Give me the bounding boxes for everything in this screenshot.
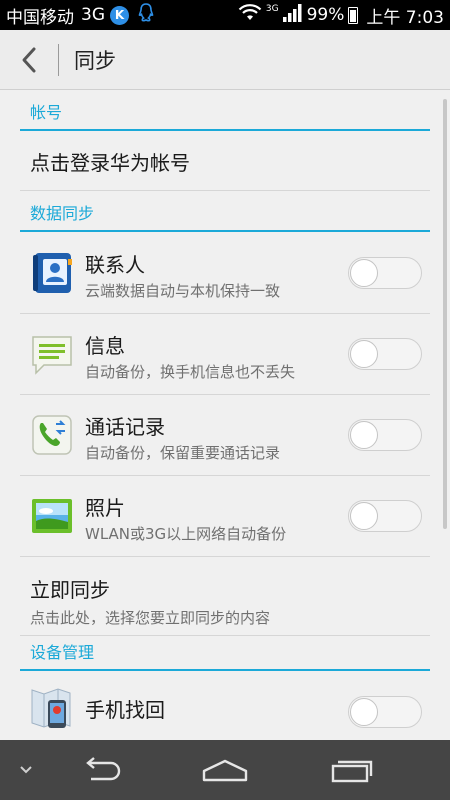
sync-item-title: 通话记录	[85, 415, 165, 439]
chevron-down-icon	[20, 766, 32, 774]
battery-charging-icon	[348, 6, 359, 24]
scrollbar[interactable]	[443, 99, 447, 529]
device-item-find-phone[interactable]: 手机找回	[20, 672, 430, 740]
messages-sync-toggle[interactable]	[348, 338, 422, 370]
action-bar-divider	[58, 43, 59, 76]
navigation-bar	[0, 740, 450, 800]
recents-icon	[331, 760, 373, 783]
section-header-data-sync: 数据同步	[20, 192, 430, 232]
action-bar: 同步	[0, 30, 450, 90]
page-title: 同步	[74, 48, 116, 73]
nav-home-button[interactable]	[198, 740, 252, 800]
back-arrow-icon	[86, 757, 121, 781]
sync-item-contacts[interactable]: 联系人 云端数据自动与本机保持一致	[20, 233, 430, 314]
home-icon	[202, 759, 248, 782]
contacts-sync-toggle[interactable]	[348, 257, 422, 289]
sync-item-subtitle: 云端数据自动与本机保持一致	[85, 282, 281, 300]
sync-now-row[interactable]: 立即同步 点击此处，选择您要立即同步的内容	[20, 557, 430, 636]
battery-percent: 99%	[306, 5, 345, 25]
status-bar: 中国移动 3G K 3G 99% 上午 7:03	[0, 0, 450, 30]
sync-item-photos[interactable]: 照片 WLAN或3G以上网络自动备份	[20, 476, 430, 557]
call-log-icon	[32, 415, 72, 455]
sync-item-messages[interactable]: 信息 自动备份，换手机信息也不丢失	[20, 314, 430, 395]
toggle-knob	[350, 502, 378, 530]
device-item-title: 手机找回	[85, 698, 165, 722]
find-phone-toggle[interactable]	[348, 696, 422, 728]
sync-now-subtitle: 点击此处，选择您要立即同步的内容	[30, 609, 271, 627]
k-app-icon: K	[110, 5, 129, 25]
hide-navbar-button[interactable]	[12, 740, 40, 800]
gallery-icon	[32, 499, 72, 533]
carrier-label: 中国移动	[6, 7, 74, 28]
nav-back-button[interactable]	[75, 740, 127, 800]
section-header-device-management: 设备管理	[20, 631, 430, 671]
sync-item-title: 信息	[85, 334, 125, 358]
sync-item-call-log[interactable]: 通话记录 自动备份，保留重要通话记录	[20, 395, 430, 476]
messages-icon	[32, 336, 72, 375]
find-phone-icon	[31, 688, 71, 728]
signal-type-label: 3G	[265, 4, 279, 14]
sync-item-subtitle: 自动备份，换手机信息也不丢失	[85, 363, 296, 381]
sync-item-subtitle: 自动备份，保留重要通话记录	[85, 444, 281, 462]
toggle-knob	[350, 340, 378, 368]
toggle-knob	[350, 698, 378, 726]
nav-recents-button[interactable]	[326, 740, 378, 800]
clock: 上午 7:03	[366, 7, 444, 28]
wifi-icon	[238, 3, 262, 27]
contacts-icon	[33, 253, 72, 293]
settings-list[interactable]: 帐号 点击登录华为帐号 数据同步 联系人 云端数据自动与本机保持一致 信息 自动…	[0, 91, 450, 740]
toggle-knob	[350, 421, 378, 449]
signal-icon	[282, 3, 303, 27]
login-huawei-account-row[interactable]: 点击登录华为帐号	[20, 132, 430, 191]
qq-icon	[138, 2, 154, 28]
section-header-account: 帐号	[20, 91, 430, 131]
toggle-knob	[350, 259, 378, 287]
photos-sync-toggle[interactable]	[348, 500, 422, 532]
network-label: 3G	[81, 5, 105, 25]
chevron-left-icon	[22, 47, 36, 72]
call-log-sync-toggle[interactable]	[348, 419, 422, 451]
back-button[interactable]	[0, 30, 58, 90]
sync-item-subtitle: WLAN或3G以上网络自动备份	[85, 525, 287, 543]
sync-now-title: 立即同步	[30, 578, 110, 602]
sync-item-title: 照片	[85, 496, 125, 520]
sync-item-title: 联系人	[85, 253, 145, 277]
